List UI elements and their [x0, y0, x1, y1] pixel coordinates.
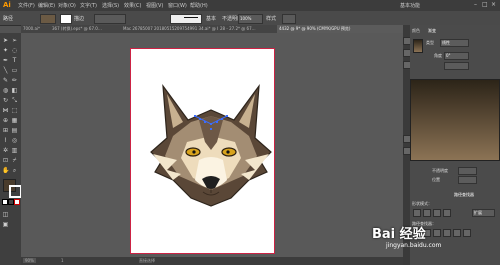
- aspect-ratio-field[interactable]: [444, 62, 469, 70]
- exclude-icon[interactable]: [443, 209, 451, 217]
- selection-type-label: 路径: [3, 16, 14, 22]
- line-tool-icon[interactable]: ╲: [2, 67, 9, 74]
- width-tool-icon[interactable]: ⋈: [2, 107, 9, 114]
- angle-label: 角度: [434, 53, 442, 58]
- eyedropper-icon[interactable]: ⌇: [2, 137, 9, 144]
- wolf-right-pupil: [226, 150, 230, 154]
- artboard-tool-icon[interactable]: ⊡: [2, 157, 9, 164]
- zoom-level[interactable]: 90%: [23, 258, 36, 263]
- document-tabs: 7000.ai* 367 (转换).eps* @ 67.0… Mac 26785…: [21, 25, 405, 33]
- close-icon[interactable]: ×: [491, 1, 496, 8]
- scale-icon[interactable]: ⤡: [11, 97, 18, 104]
- doc-tab-active[interactable]: 4432 @ 9* @ 90% (CMYK/GPU 预览): [277, 25, 405, 33]
- menu-select[interactable]: 选择(S): [102, 2, 119, 9]
- doc-tab[interactable]: 7000.ai*: [21, 25, 51, 33]
- stroke-label[interactable]: 描边: [74, 15, 84, 22]
- perspective-grid-icon[interactable]: ▦: [11, 117, 18, 124]
- style-label: 样式: [266, 16, 277, 22]
- baidu-watermark-url: jingyan.baidu.com: [386, 242, 442, 249]
- menu-object[interactable]: 对象(O): [58, 2, 76, 9]
- selection-tool-icon[interactable]: ➤: [2, 37, 9, 44]
- angle-field[interactable]: 0°: [444, 52, 469, 60]
- maximize-icon[interactable]: □: [482, 1, 488, 8]
- stroke-swatch[interactable]: [60, 14, 72, 24]
- free-transform-icon[interactable]: ⬚: [11, 107, 18, 114]
- status-bar: 90% 1 直接选择: [21, 257, 403, 265]
- wolf-left-pupil: [192, 150, 196, 154]
- outline-icon[interactable]: [453, 229, 461, 237]
- gradient-type-label: 类型: [426, 40, 434, 45]
- tab-gradient[interactable]: 渐变: [428, 27, 436, 34]
- expand-button[interactable]: 扩展: [472, 209, 495, 217]
- unite-icon[interactable]: [413, 209, 421, 217]
- merge-icon[interactable]: [433, 229, 441, 237]
- intersect-icon[interactable]: [433, 209, 441, 217]
- gradient-type-select[interactable]: 线性: [440, 39, 469, 47]
- tab-pathfinder[interactable]: 路径查找器: [454, 191, 474, 198]
- menu-file[interactable]: 文件(F): [18, 2, 35, 9]
- stroke-profile-select[interactable]: [170, 14, 202, 24]
- app-logo: Ai: [3, 1, 11, 9]
- blob-brush-icon[interactable]: ◍: [2, 87, 9, 94]
- page-number[interactable]: 1: [61, 258, 64, 263]
- rotate-icon[interactable]: ↻: [2, 97, 9, 104]
- rectangle-tool-icon[interactable]: ▭: [11, 67, 18, 74]
- minimize-icon[interactable]: –: [474, 1, 477, 8]
- crop-icon[interactable]: [443, 229, 451, 237]
- drawing-mode-icon[interactable]: ◫: [2, 211, 9, 218]
- eraser-icon[interactable]: ◧: [11, 87, 18, 94]
- tab-color[interactable]: 颜色: [412, 27, 420, 34]
- wolf-head-artwork[interactable]: [143, 80, 279, 208]
- gradient-opacity-field[interactable]: [458, 167, 477, 175]
- stroke-weight-field[interactable]: [94, 14, 126, 24]
- menu-window[interactable]: 窗口(W): [168, 2, 187, 9]
- lasso-icon[interactable]: ◌: [11, 47, 18, 54]
- pen-tool-icon[interactable]: ✒: [2, 57, 9, 64]
- gradient-location-field[interactable]: [458, 176, 477, 184]
- gradient-preview[interactable]: [410, 79, 500, 161]
- minus-front-icon[interactable]: [423, 209, 431, 217]
- minus-back-icon[interactable]: [463, 229, 471, 237]
- menu-bar: Ai 文件(F) 编辑(E) 对象(O) 文字(T) 选择(S) 效果(C) 视…: [0, 0, 500, 11]
- style-swatch[interactable]: [282, 14, 296, 24]
- type-tool-icon[interactable]: T: [11, 57, 18, 64]
- zoom-tool-icon[interactable]: ⌕: [11, 167, 18, 174]
- gradient-tool-icon[interactable]: ▤: [11, 127, 18, 134]
- stroke-line-icon: [184, 17, 198, 18]
- magic-wand-icon[interactable]: ✦: [2, 47, 9, 54]
- slice-tool-icon[interactable]: ⌿: [11, 157, 18, 164]
- menu-effect[interactable]: 效果(C): [124, 2, 141, 9]
- gradient-location-label: 位置: [432, 177, 440, 182]
- menu-help[interactable]: 帮助(H): [190, 2, 208, 9]
- menu-type[interactable]: 文字(T): [80, 2, 97, 9]
- fill-swatch[interactable]: [40, 14, 56, 24]
- menu-view[interactable]: 视图(V): [146, 2, 163, 9]
- none-mode-icon[interactable]: [14, 199, 20, 205]
- gradient-opacity-label: 不透明度: [432, 168, 448, 173]
- doc-tab[interactable]: 367 (转换).eps* @ 67.0…: [50, 25, 122, 33]
- symbol-sprayer-icon[interactable]: ✲: [2, 147, 9, 154]
- direct-selection-tool-icon[interactable]: ➢: [11, 37, 18, 44]
- current-tool-status: 直接选择: [139, 258, 155, 263]
- doc-tab[interactable]: 28 - 27.2* @ 67…: [218, 25, 278, 33]
- graph-tool-icon[interactable]: ▥: [11, 147, 18, 154]
- gradient-thumbnail[interactable]: [413, 39, 423, 53]
- shape-builder-icon[interactable]: ⊕: [2, 117, 9, 124]
- stroke-style-label: 基本: [206, 16, 217, 22]
- workspace-switcher[interactable]: 基本功能: [400, 2, 420, 9]
- control-bar: 路径 描边 基本 不透明度 100% 样式: [0, 11, 500, 26]
- doc-tab[interactable]: Mac 26785007 20180515209754991 34.ai* @ …: [121, 25, 219, 33]
- hand-tool-icon[interactable]: ✋: [2, 167, 9, 174]
- paintbrush-icon[interactable]: ✎: [2, 77, 9, 84]
- mesh-tool-icon[interactable]: ⊞: [2, 127, 9, 134]
- tools-panel: ➤ ➢ ✦ ◌ ✒ T ╲ ▭ ✎ ✏ ◍ ◧ ↻ ⤡ ⋈ ⬚ ⊕ ▦ ⊞ ▤ …: [0, 33, 22, 265]
- screen-mode-icon[interactable]: ▣: [2, 221, 9, 228]
- blend-tool-icon[interactable]: ◎: [11, 137, 18, 144]
- shape-modes-label: 形状模式：: [412, 201, 432, 206]
- baidu-watermark: Bai 经验: [372, 227, 426, 242]
- opacity-field[interactable]: 100%: [238, 14, 263, 24]
- pencil-icon[interactable]: ✏: [11, 77, 18, 84]
- menu-edit[interactable]: 编辑(E): [38, 2, 55, 9]
